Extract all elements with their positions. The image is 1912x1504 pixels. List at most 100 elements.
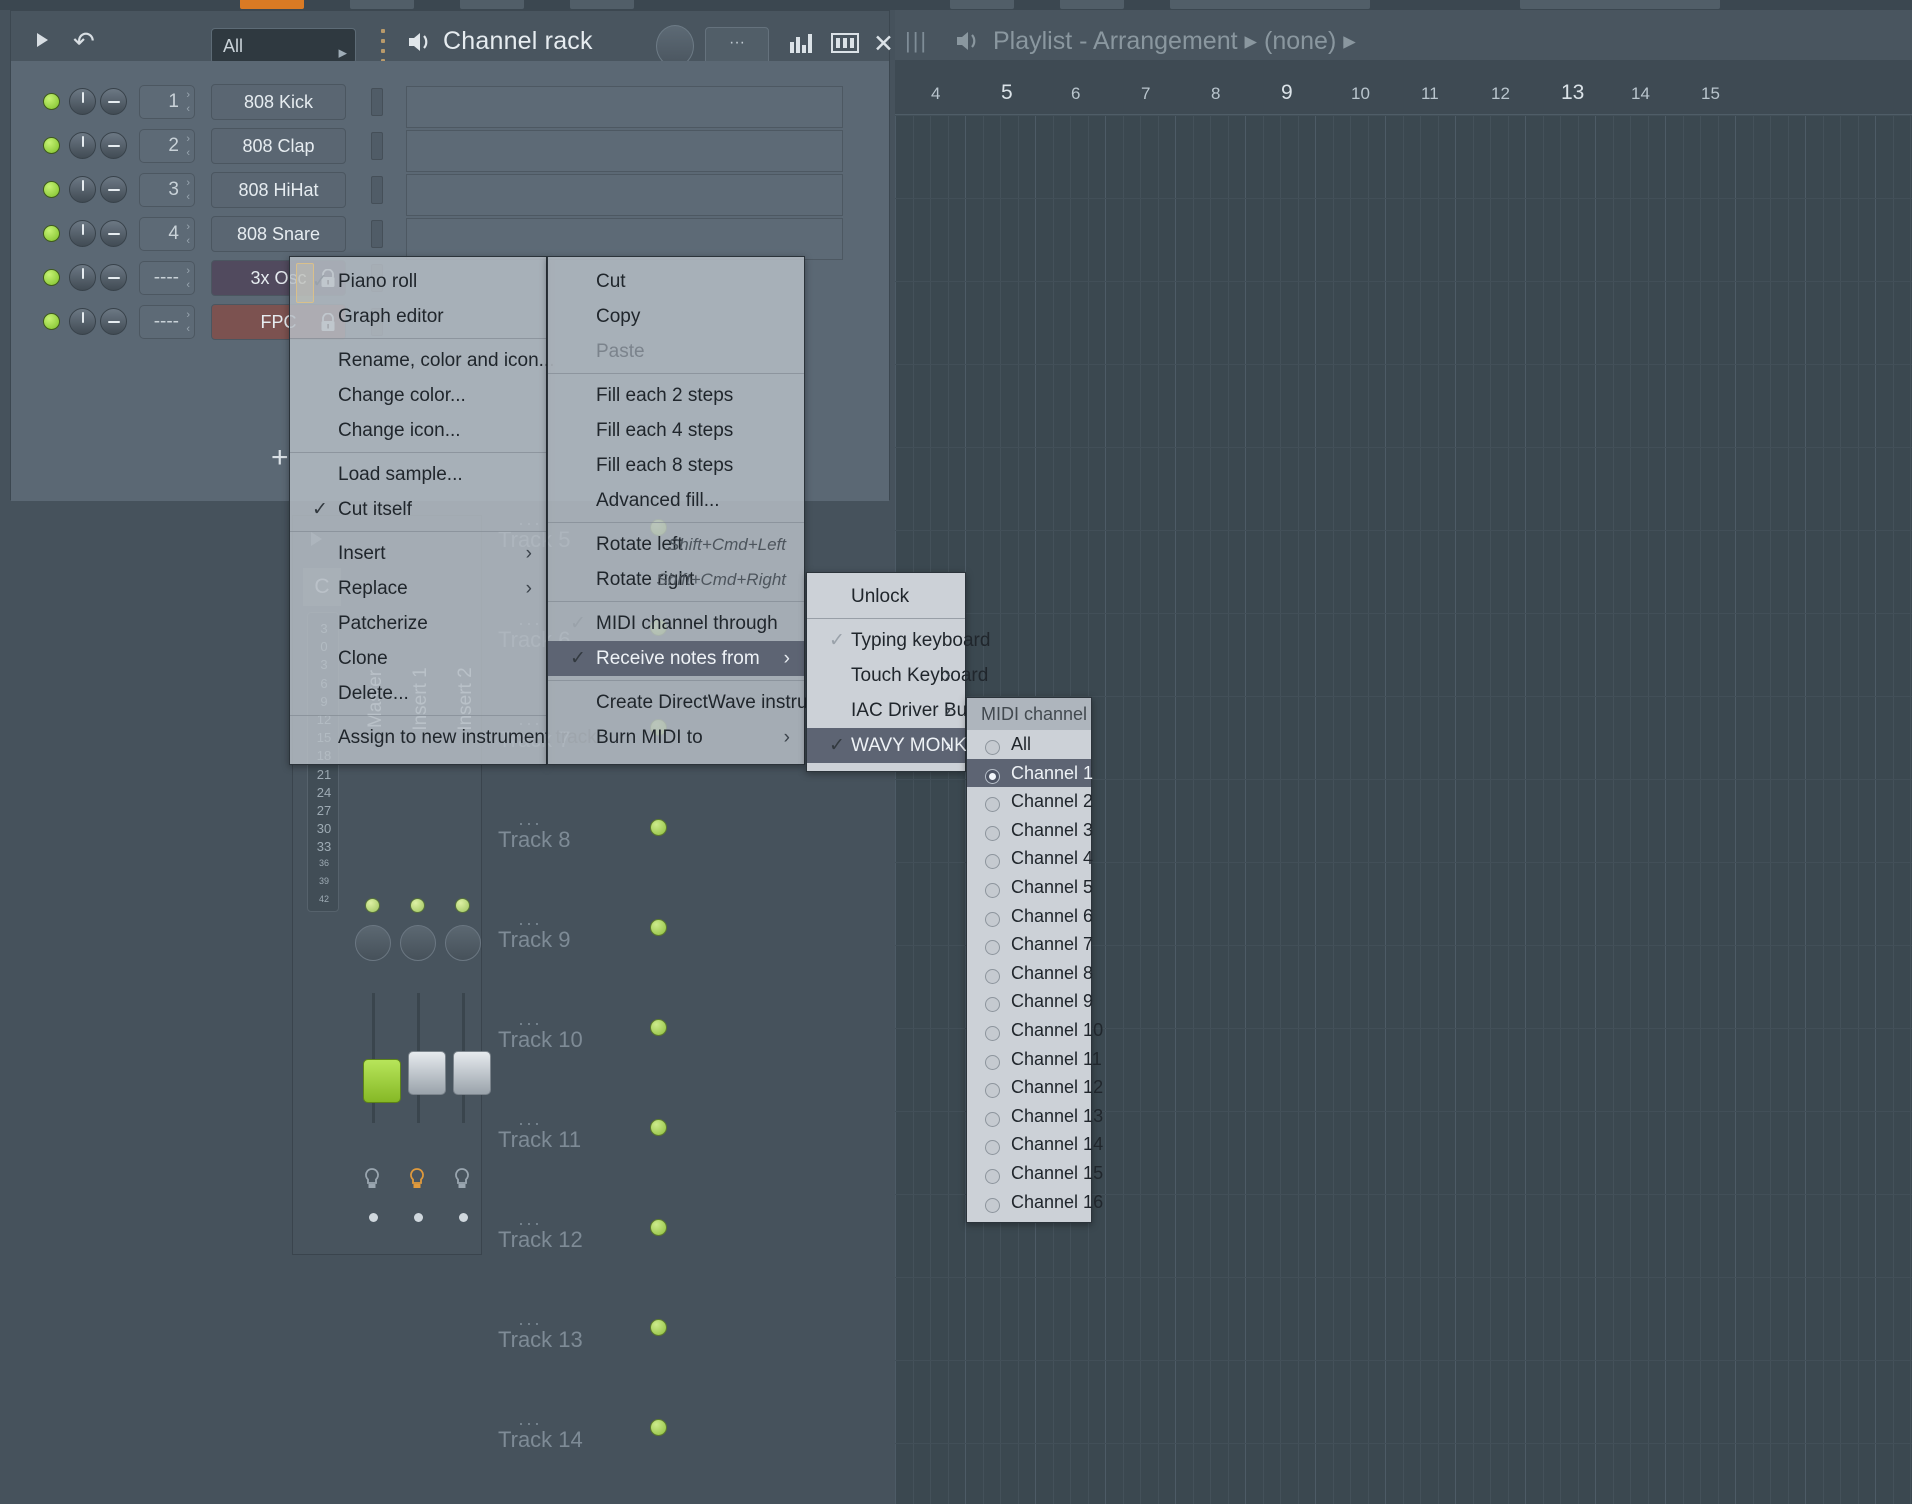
toolbar-chip-orange-1[interactable] xyxy=(240,0,304,9)
menu-item[interactable]: Change icon... xyxy=(290,413,546,448)
channel-mute-led[interactable] xyxy=(43,137,60,154)
playlist-track-led[interactable] xyxy=(650,1119,667,1136)
channel-target-mixer[interactable]: 2 › ‹ xyxy=(139,129,195,163)
mixer-track-record-icon[interactable] xyxy=(453,1168,471,1190)
mixer-track-fader[interactable] xyxy=(453,993,491,1123)
channel-pan-knob[interactable] xyxy=(69,88,96,115)
channel-target-mixer[interactable]: 1 › ‹ xyxy=(139,85,195,119)
playlist-track-row[interactable]: ··· Track 11 xyxy=(488,1105,678,1205)
channel-row[interactable]: 4 › ‹ 808 Snare xyxy=(11,211,889,260)
menu-item[interactable]: Touch Keyboard › xyxy=(807,658,988,693)
channel-context-menu[interactable]: ✓ Piano roll Graph editor Rename, color and… xyxy=(289,256,597,765)
playlist-track-name[interactable]: Track 12 xyxy=(498,1227,583,1253)
channel-row[interactable]: 2 › ‹ 808 Clap xyxy=(11,123,889,172)
mixer-track-fader[interactable] xyxy=(408,993,446,1123)
menu-item[interactable]: Channel 13 xyxy=(967,1102,1103,1131)
playlist-track-name[interactable]: Track 10 xyxy=(498,1027,583,1053)
menu-item[interactable]: Channel 14 xyxy=(967,1130,1103,1159)
mixer-track-record-icon[interactable] xyxy=(408,1168,426,1190)
stepper-arrows[interactable]: › ‹ xyxy=(186,132,190,160)
channel-mute-led[interactable] xyxy=(43,313,60,330)
playlist-track-led[interactable] xyxy=(650,1219,667,1236)
stepper-arrows[interactable]: › ‹ xyxy=(186,220,190,248)
menu-item[interactable]: Cut xyxy=(548,264,804,299)
menu-item[interactable]: Fill each 4 steps xyxy=(548,413,804,448)
playlist-track-led[interactable] xyxy=(650,919,667,936)
channel-filter-select[interactable]: All ▸ xyxy=(211,28,356,64)
menu-item[interactable]: Delete... xyxy=(290,676,546,711)
receive-notes-from-submenu[interactable]: Unlock ✓ Typing keyboard Touch Keyboard › IAC… xyxy=(806,572,992,772)
channel-pan-knob[interactable] xyxy=(69,264,96,291)
toolbar-chip-grey-5[interactable] xyxy=(1060,0,1124,9)
toolbar-chip-wide-2[interactable] xyxy=(1520,0,1720,9)
channel-step-column[interactable] xyxy=(371,220,383,248)
mixer-track-record-icon[interactable] xyxy=(363,1168,381,1190)
channel-button[interactable]: 808 Kick xyxy=(211,84,346,120)
menu-item[interactable]: ✓ WAVY MONKEY › xyxy=(807,728,992,763)
menu-item[interactable]: Clone xyxy=(290,641,546,676)
toolbar-chip-grey-2[interactable] xyxy=(460,0,524,9)
channel-sequencer-lane[interactable] xyxy=(406,86,843,128)
menu-item[interactable]: Load sample... xyxy=(290,457,546,492)
mixer-track-fader[interactable] xyxy=(363,993,401,1123)
close-icon[interactable]: ✕ xyxy=(873,29,894,59)
menu-item[interactable]: Rotate right Shift+Cmd+Right xyxy=(548,562,804,597)
menu-item[interactable]: Channel 11 xyxy=(967,1045,1102,1074)
channel-volume-knob[interactable] xyxy=(100,176,127,203)
menu-item[interactable]: Channel 1 xyxy=(967,758,1093,788)
mixer-track-solo-dot[interactable] xyxy=(369,1213,378,1222)
playlist-track-led[interactable] xyxy=(650,1419,667,1436)
menu-item[interactable]: Burn MIDI to › xyxy=(548,720,804,755)
channel-target-mixer[interactable]: 3 › ‹ xyxy=(139,173,195,207)
playlist-pattern[interactable]: (none) xyxy=(1264,27,1336,55)
menu-item[interactable]: Replace › xyxy=(290,571,546,606)
midi-channel-submenu[interactable]: MIDI channel All Channel 1 Channel 2 Channel… xyxy=(966,697,1103,1224)
channel-target-mixer[interactable]: 4 › ‹ xyxy=(139,217,195,251)
mixer-track-led[interactable] xyxy=(455,898,470,913)
menu-item[interactable]: Channel 16 xyxy=(967,1188,1103,1217)
channel-volume-knob[interactable] xyxy=(100,220,127,247)
menu-item[interactable]: Insert › xyxy=(290,536,546,571)
stepper-arrows[interactable]: › ‹ xyxy=(186,264,190,292)
toolbar-chip-grey-3[interactable] xyxy=(570,0,634,9)
menu-item[interactable]: Unlock xyxy=(807,579,965,614)
menu-item[interactable]: Channel 10 xyxy=(967,1016,1103,1045)
menu-item[interactable]: Channel 3 xyxy=(967,816,1093,845)
playlist-track-name[interactable]: Track 11 xyxy=(498,1127,581,1153)
playlist-track-led[interactable] xyxy=(650,1319,667,1336)
mixer-track-led[interactable] xyxy=(410,898,425,913)
menu-item[interactable]: Create DirectWave instrument... xyxy=(548,685,866,720)
stepper-arrows[interactable]: › ‹ xyxy=(186,176,190,204)
mixer-track-solo-dot[interactable] xyxy=(459,1213,468,1222)
channel-pan-knob[interactable] xyxy=(69,308,96,335)
playlist-track-name[interactable]: Track 9 xyxy=(498,927,571,953)
step-context-menu[interactable]: Cut Copy Paste Fill each 2 steps Fill each 4… xyxy=(547,256,866,765)
graph-editor-icon[interactable] xyxy=(789,33,817,53)
menu-item[interactable]: ✓ Receive notes from › xyxy=(548,641,804,676)
playlist-track-row[interactable]: ··· Track 8 xyxy=(488,805,678,905)
menu-item[interactable]: Channel 6 xyxy=(967,902,1093,931)
channel-mute-led[interactable] xyxy=(43,181,60,198)
menu-item[interactable]: Fill each 8 steps xyxy=(548,448,804,483)
menu-item[interactable]: ✓ Typing keyboard xyxy=(807,623,990,658)
playlist-track-row[interactable]: ··· Track 14 xyxy=(488,1405,678,1504)
menu-item[interactable]: Paste xyxy=(548,334,804,369)
playlist-track-led[interactable] xyxy=(650,1019,667,1036)
channel-step-column[interactable] xyxy=(371,176,383,204)
drag-handle-dots[interactable] xyxy=(381,29,385,63)
menu-item[interactable]: Rename, color and icon... xyxy=(290,343,555,378)
playlist-ruler[interactable]: 4 5 6 7 8 9 10 11 12 13 14 15 xyxy=(895,60,1912,115)
playlist-track-name[interactable]: Track 14 xyxy=(498,1427,583,1453)
playlist-track-led[interactable] xyxy=(650,819,667,836)
play-arrow-icon[interactable] xyxy=(37,33,48,47)
channel-mute-led[interactable] xyxy=(43,225,60,242)
menu-item[interactable]: ✓ Piano roll xyxy=(290,264,546,299)
menu-item[interactable]: Channel 7 xyxy=(967,930,1093,959)
channel-volume-knob[interactable] xyxy=(100,132,127,159)
channel-rack-more-button[interactable]: ··· xyxy=(705,27,769,65)
mixer-track-pan-knob[interactable] xyxy=(445,925,481,961)
channel-mute-led[interactable] xyxy=(43,269,60,286)
mixer-track-led[interactable] xyxy=(365,898,380,913)
channel-pan-knob[interactable] xyxy=(69,132,96,159)
menu-item[interactable]: Assign to new instrument track xyxy=(290,720,597,755)
